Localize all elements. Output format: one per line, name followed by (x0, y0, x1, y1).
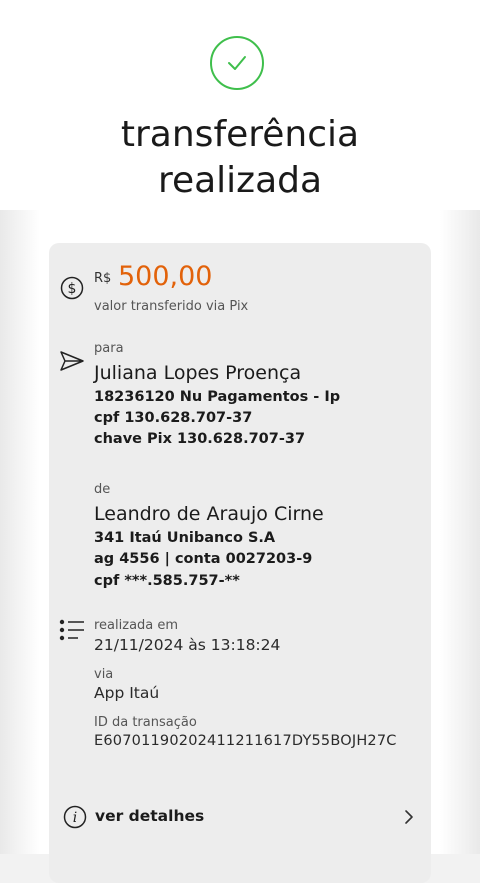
svg-text:$: $ (68, 281, 77, 297)
transaction-id-label: ID da transação (94, 715, 197, 730)
recipient-name: Juliana Lopes Proença (94, 362, 302, 384)
page-title-line1: transferência (120, 114, 360, 155)
recipient-bank: 18236120 Nu Pagamentos - Ip (94, 389, 341, 405)
svg-text:i: i (73, 810, 77, 826)
details-button[interactable]: i ver detalhes (49, 797, 431, 837)
amount-currency: R$ (94, 271, 112, 286)
sender-account: ag 4556 | conta 0027203-9 (94, 551, 313, 567)
via-value: App Itaú (94, 684, 160, 702)
amount-value: 500,00 (118, 261, 213, 292)
send-icon (59, 349, 85, 377)
sender-cpf: cpf ***.585.757-** (94, 573, 240, 589)
via-label: via (94, 667, 114, 682)
list-icon (59, 618, 85, 646)
page-title: transferência realizada (0, 112, 480, 204)
page-title-line2: realizada (157, 160, 323, 201)
recipient-cpf: cpf 130.628.707-37 (94, 410, 253, 426)
info-icon: i (63, 805, 87, 833)
amount-caption: valor transferido via Pix (94, 299, 249, 314)
success-check-icon (210, 36, 264, 90)
dollar-circle-icon: $ (60, 276, 84, 304)
receipt-card: $ R$ 500,00 valor transferido via Pix pa… (49, 243, 431, 883)
recipient-pix-key: chave Pix 130.628.707-37 (94, 431, 306, 447)
details-button-label: ver detalhes (95, 807, 205, 825)
sender-label: de (94, 482, 111, 497)
recipient-label: para (94, 341, 124, 356)
date-value: 21/11/2024 às 13:18:24 (94, 636, 281, 654)
date-label: realizada em (94, 618, 179, 633)
sender-bank: 341 Itaú Unibanco S.A (94, 530, 276, 546)
transaction-id-value: E60701190202411211617DY55BOJH27C (94, 733, 397, 749)
sender-name: Leandro de Araujo Cirne (94, 503, 324, 525)
chevron-right-icon (403, 809, 415, 829)
